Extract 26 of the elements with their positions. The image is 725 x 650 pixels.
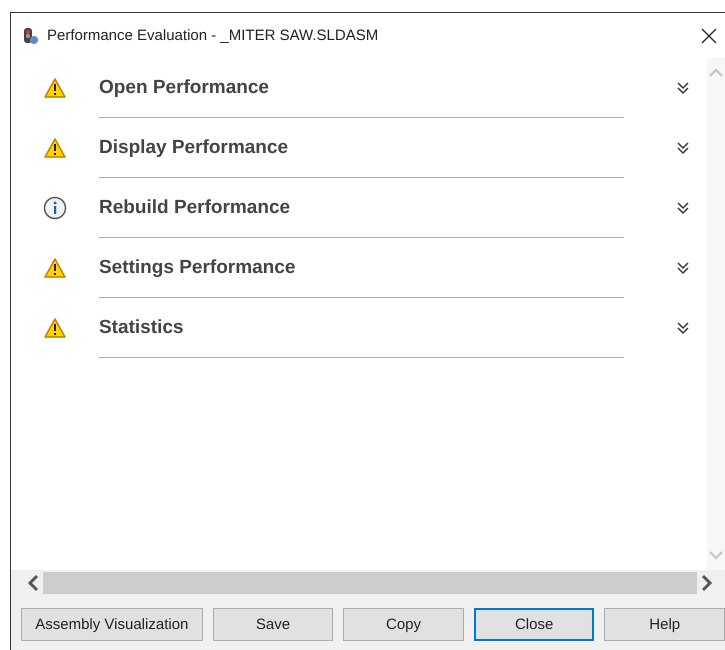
dialog-button[interactable]: Copy — [343, 608, 464, 641]
expand-icon[interactable] — [676, 321, 690, 335]
section-title: Display Performance — [99, 118, 624, 178]
expand-icon[interactable] — [676, 261, 690, 275]
scroll-left-icon[interactable] — [27, 574, 39, 592]
dialog-button[interactable]: Save — [212, 608, 334, 641]
close-icon[interactable] — [701, 28, 717, 44]
app-icon — [23, 26, 39, 44]
info-icon — [43, 196, 67, 220]
dialog-button[interactable]: Assembly Visualization — [21, 608, 203, 641]
scrollbar-thumb[interactable] — [43, 572, 697, 594]
warning-icon — [44, 258, 66, 278]
warning-icon — [44, 78, 66, 98]
section-title: Rebuild Performance — [99, 178, 624, 238]
section-title: Statistics — [99, 298, 624, 358]
scroll-right-icon[interactable] — [701, 574, 713, 592]
expand-icon[interactable] — [676, 81, 690, 95]
dialog-button[interactable]: Help — [604, 608, 725, 641]
expand-icon[interactable] — [676, 141, 690, 155]
section-title: Open Performance — [99, 58, 624, 118]
expand-icon[interactable] — [676, 201, 690, 215]
dialog-button[interactable]: Close — [474, 608, 594, 641]
warning-icon — [44, 318, 66, 338]
warning-icon — [44, 138, 66, 158]
section-title: Settings Performance — [99, 238, 624, 298]
window-title: Performance Evaluation - _MITER SAW.SLDASM — [47, 27, 380, 44]
